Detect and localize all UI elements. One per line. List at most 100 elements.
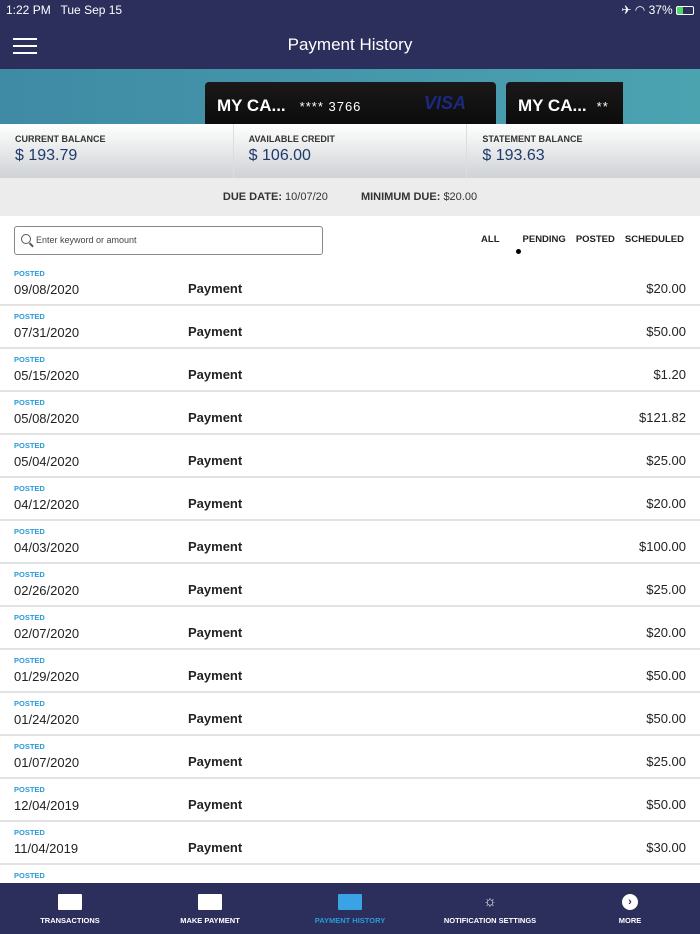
filter-scheduled[interactable]: SCHEDULED xyxy=(625,234,684,245)
transaction-date: 01/29/2020 xyxy=(14,669,80,684)
nav-more[interactable]: › MORE xyxy=(560,883,700,934)
transaction-row[interactable]: POSTED 01/29/2020 Payment $50.00 xyxy=(0,650,700,693)
transaction-row[interactable]: POSTED 11/04/2019 Payment $30.00 xyxy=(0,822,700,865)
nav-label: MORE xyxy=(618,916,642,925)
transaction-date: 07/31/2020 xyxy=(14,325,80,340)
due-info: DUE DATE: 10/07/20 MINIMUM DUE: $20.00 xyxy=(0,178,700,216)
card-carousel[interactable]: MY CA... **** 3766 VISA MY CA... ** xyxy=(0,69,700,124)
transaction-description: Payment xyxy=(188,797,243,812)
transaction-description: Payment xyxy=(188,496,243,511)
chevron-right-icon: › xyxy=(622,894,638,910)
label: CURRENT BALANCE xyxy=(15,134,106,144)
transaction-row[interactable]: POSTED 02/26/2020 Payment $25.00 xyxy=(0,564,700,607)
transaction-amount: $50.00 xyxy=(646,797,686,812)
app-header: Payment History xyxy=(0,20,700,69)
nav-transactions[interactable]: TRANSACTIONS xyxy=(0,883,140,934)
nav-notification-settings[interactable]: ☼ NOTIFICATION SETTINGS xyxy=(420,883,560,934)
search-input[interactable]: Enter keyword or amount xyxy=(14,226,323,255)
transaction-date: 05/08/2020 xyxy=(14,411,80,426)
card-number: ** xyxy=(596,99,609,114)
transaction-row[interactable]: POSTED 02/07/2020 Payment $20.00 xyxy=(0,607,700,650)
transaction-row[interactable]: POSTED 07/31/2020 Payment $50.00 xyxy=(0,306,700,349)
bottom-nav: TRANSACTIONS MAKE PAYMENT PAYMENT HISTOR… xyxy=(0,883,700,934)
battery-icon xyxy=(676,6,694,16)
available-credit: AVAILABLE CREDIT $ 106.00 xyxy=(234,124,468,178)
transaction-amount: $20.00 xyxy=(646,496,686,511)
card-name: MY CA... xyxy=(518,96,587,115)
card-tile[interactable]: MY CA... ** xyxy=(506,82,623,124)
page-title: Payment History xyxy=(287,35,413,54)
wifi-icon: ◠ xyxy=(634,3,646,17)
transaction-status: POSTED xyxy=(14,656,45,665)
value: $ 193.79 xyxy=(15,147,78,164)
transaction-description: Payment xyxy=(188,668,243,683)
visa-logo: VISA xyxy=(423,93,466,113)
transaction-description: Payment xyxy=(188,453,243,468)
transaction-status: POSTED xyxy=(14,269,45,278)
transaction-description: Payment xyxy=(188,410,243,425)
transaction-row[interactable]: POSTED xyxy=(0,865,700,883)
nav-label: NOTIFICATION SETTINGS xyxy=(443,916,537,925)
minimum-due-label: MINIMUM DUE: xyxy=(360,191,441,203)
transaction-row[interactable]: POSTED 05/08/2020 Payment $121.82 xyxy=(0,392,700,435)
nav-make-payment[interactable]: MAKE PAYMENT xyxy=(140,883,280,934)
transaction-date: 05/15/2020 xyxy=(14,368,80,383)
transaction-amount: $100.00 xyxy=(639,539,686,554)
transaction-row[interactable]: POSTED 12/04/2019 Payment $50.00 xyxy=(0,779,700,822)
transaction-amount: $50.00 xyxy=(646,668,686,683)
transaction-date: 09/08/2020 xyxy=(14,282,80,297)
transaction-row[interactable]: POSTED 05/15/2020 Payment $1.20 xyxy=(0,349,700,392)
label: STATEMENT BALANCE xyxy=(482,134,583,144)
transaction-date: 05/04/2020 xyxy=(14,454,80,469)
transaction-status: POSTED xyxy=(14,570,45,579)
make-payment-icon xyxy=(198,894,222,910)
filter-posted[interactable]: POSTED xyxy=(576,234,615,245)
value: $ 193.63 xyxy=(482,147,545,164)
transaction-status: POSTED xyxy=(14,613,45,622)
nav-payment-history[interactable]: PAYMENT HISTORY xyxy=(280,883,420,934)
transaction-amount: $1.20 xyxy=(653,367,686,382)
transactions-icon xyxy=(58,894,82,910)
transaction-status: POSTED xyxy=(14,484,45,493)
transaction-row[interactable]: POSTED 05/04/2020 Payment $25.00 xyxy=(0,435,700,478)
transaction-amount: $25.00 xyxy=(646,453,686,468)
transaction-amount: $30.00 xyxy=(646,840,686,855)
transaction-date: 02/07/2020 xyxy=(14,626,80,641)
statement-balance: STATEMENT BALANCE $ 193.63 xyxy=(467,124,700,178)
transaction-description: Payment xyxy=(188,281,243,296)
transaction-row[interactable]: POSTED 04/12/2020 Payment $20.00 xyxy=(0,478,700,521)
transaction-description: Payment xyxy=(188,711,243,726)
filter-all[interactable]: ALL xyxy=(481,234,499,245)
transaction-status: POSTED xyxy=(14,785,45,794)
battery-level: 37% xyxy=(648,3,673,17)
transaction-row[interactable]: POSTED 09/08/2020 Payment $20.00 xyxy=(0,263,700,306)
transaction-description: Payment xyxy=(188,582,243,597)
transaction-amount: $20.00 xyxy=(646,625,686,640)
transaction-row[interactable]: POSTED 04/03/2020 Payment $100.00 xyxy=(0,521,700,564)
selected-indicator xyxy=(515,249,521,254)
card-tile[interactable]: MY CA... **** 3766 VISA xyxy=(205,82,496,124)
filter-tabs: ALL PENDING POSTED SCHEDULED xyxy=(481,234,684,254)
transaction-status: POSTED xyxy=(14,527,45,536)
transaction-row[interactable]: POSTED 01/07/2020 Payment $25.00 xyxy=(0,736,700,779)
transaction-status: POSTED xyxy=(14,398,45,407)
transaction-description: Payment xyxy=(188,367,243,382)
filter-pending[interactable]: PENDING xyxy=(523,234,566,245)
transaction-row[interactable]: POSTED 01/24/2020 Payment $50.00 xyxy=(0,693,700,736)
transaction-status: POSTED xyxy=(14,871,45,880)
value: $ 106.00 xyxy=(248,147,311,164)
transaction-description: Payment xyxy=(188,625,243,640)
transaction-status: POSTED xyxy=(14,699,45,708)
transaction-date: 01/07/2020 xyxy=(14,755,80,770)
transaction-amount: $121.82 xyxy=(639,410,686,425)
transaction-date: 01/24/2020 xyxy=(14,712,80,727)
search-icon xyxy=(21,234,31,244)
current-balance: CURRENT BALANCE $ 193.79 xyxy=(0,124,234,178)
transaction-date: 04/03/2020 xyxy=(14,540,80,555)
transaction-amount: $50.00 xyxy=(646,711,686,726)
card-name: MY CA... xyxy=(217,96,286,115)
transaction-list[interactable]: POSTED 09/08/2020 Payment $20.00 POSTED 07/31… xyxy=(0,263,700,883)
nav-label: PAYMENT HISTORY xyxy=(314,916,386,925)
due-date-value: 10/07/20 xyxy=(285,191,328,203)
transaction-date: 12/04/2019 xyxy=(14,798,80,813)
